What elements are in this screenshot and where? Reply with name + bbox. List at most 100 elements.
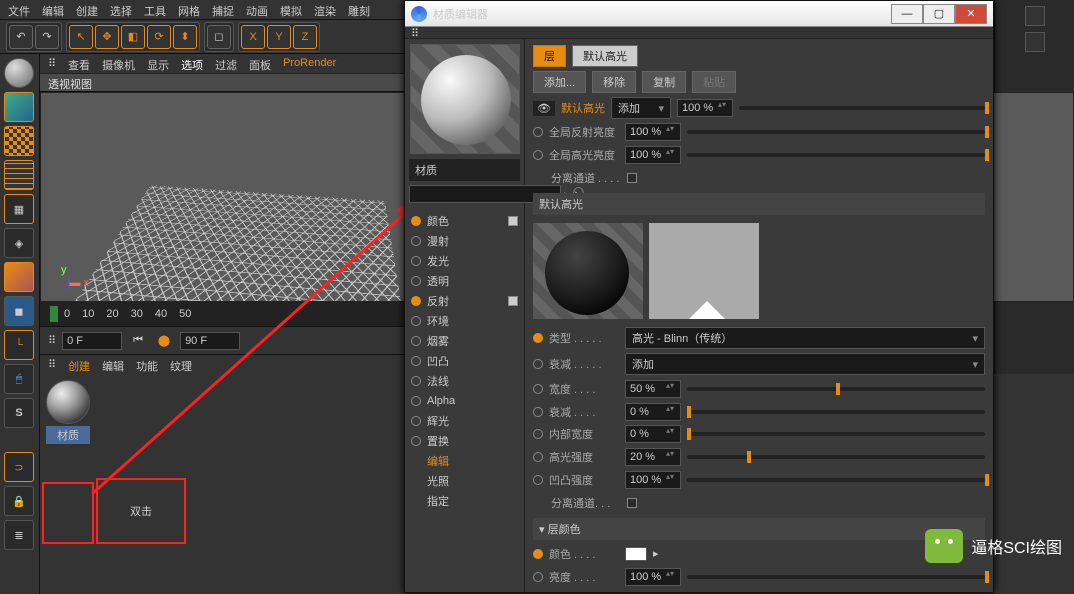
checker-tool[interactable] bbox=[4, 126, 34, 156]
rotate-tool[interactable]: ◧ bbox=[121, 25, 145, 49]
channel-bump[interactable]: 凹凸 bbox=[411, 351, 518, 371]
channel-color[interactable]: 颜色 bbox=[411, 211, 518, 231]
lock-tool[interactable]: 🔒 bbox=[4, 486, 34, 516]
mat-edit[interactable]: 编辑 bbox=[102, 358, 124, 371]
move-tool[interactable]: ✥ bbox=[95, 25, 119, 49]
material-thumbnail[interactable] bbox=[46, 380, 90, 424]
menu-render[interactable]: 渲染 bbox=[314, 3, 336, 16]
bright-slider[interactable] bbox=[687, 575, 985, 579]
remove-button[interactable]: 移除 bbox=[592, 71, 636, 93]
select-tool[interactable]: ↖ bbox=[69, 25, 93, 49]
falloff-slider[interactable] bbox=[687, 410, 985, 414]
global-spec-slider[interactable] bbox=[687, 153, 985, 157]
right-icon[interactable] bbox=[1025, 6, 1045, 26]
globe-icon[interactable] bbox=[4, 58, 34, 88]
global-ref-input[interactable]: 100 %▴▾ bbox=[625, 123, 681, 141]
drag-icon[interactable]: ⠿ bbox=[48, 57, 56, 70]
color-swatch[interactable] bbox=[625, 547, 647, 561]
start-frame-input[interactable] bbox=[62, 332, 122, 350]
channel-diffuse[interactable]: 漫射 bbox=[411, 231, 518, 251]
global-ref-slider[interactable] bbox=[687, 130, 985, 134]
spec-str-slider[interactable] bbox=[687, 455, 985, 459]
width-input[interactable]: 50 %▴▾ bbox=[625, 380, 681, 398]
close-button[interactable]: ✕ bbox=[955, 4, 987, 24]
axis-x-button[interactable]: X bbox=[241, 25, 265, 49]
menu-sculpt[interactable]: 雕刻 bbox=[348, 3, 370, 16]
type-dropdown[interactable]: 高光 - Blinn（传统） bbox=[625, 327, 985, 349]
s-tool[interactable]: S bbox=[4, 398, 34, 428]
tab-default-spec[interactable]: 默认高光 bbox=[572, 45, 638, 67]
key-toggle[interactable]: ⬤ bbox=[154, 331, 174, 351]
poly-tool[interactable]: ◈ bbox=[4, 228, 34, 258]
spec-slider[interactable] bbox=[739, 106, 985, 110]
section-layer-color[interactable]: ▾ 层颜色 bbox=[533, 518, 985, 540]
material-preview[interactable] bbox=[410, 44, 520, 154]
bump-str-slider[interactable] bbox=[687, 478, 985, 482]
sep-chan-checkbox[interactable] bbox=[627, 173, 637, 183]
magnet-tool[interactable]: ⊃ bbox=[4, 452, 34, 482]
menu-select[interactable]: 选择 bbox=[110, 3, 132, 16]
vp-filter[interactable]: 过滤 bbox=[215, 57, 237, 70]
axis-y-button[interactable]: Y bbox=[267, 25, 291, 49]
channel-reflectance[interactable]: 反射 bbox=[411, 291, 518, 311]
channel-transparency[interactable]: 透明 bbox=[411, 271, 518, 291]
mat-function[interactable]: 功能 bbox=[136, 358, 158, 371]
right-icon[interactable] bbox=[1025, 32, 1045, 52]
copy-button[interactable]: 复制 bbox=[642, 71, 686, 93]
channel-glow[interactable]: 辉光 bbox=[411, 411, 518, 431]
menu-file[interactable]: 文件 bbox=[8, 3, 30, 16]
vp-camera[interactable]: 摄像机 bbox=[102, 57, 135, 70]
vp-display[interactable]: 显示 bbox=[147, 57, 169, 70]
solid-cube-tool[interactable] bbox=[4, 262, 34, 292]
menu-capture[interactable]: 捕捉 bbox=[212, 3, 234, 16]
goto-start-button[interactable]: ⏮ bbox=[128, 331, 148, 351]
end-frame-input[interactable] bbox=[180, 332, 240, 350]
vp-options[interactable]: 选项 bbox=[181, 57, 203, 70]
channel-displacement[interactable]: 置换 bbox=[411, 431, 518, 451]
sep-chan2-checkbox[interactable] bbox=[627, 498, 637, 508]
global-spec-input[interactable]: 100 %▴▾ bbox=[625, 146, 681, 164]
drag-icon[interactable]: ⠿ bbox=[48, 358, 56, 371]
vp-pro[interactable]: ProRender bbox=[283, 57, 336, 70]
channel-extra-illum[interactable]: 光照 bbox=[411, 471, 518, 491]
shape-tool[interactable]: ◼ bbox=[4, 296, 34, 326]
atten-dropdown[interactable]: 添加 bbox=[625, 353, 985, 375]
axis-z-button[interactable]: Z bbox=[293, 25, 317, 49]
corner-tool[interactable]: └ bbox=[4, 330, 34, 360]
menu-anim[interactable]: 动画 bbox=[246, 3, 268, 16]
drag-icon[interactable]: ⠿ bbox=[48, 334, 56, 347]
width-slider[interactable] bbox=[687, 387, 985, 391]
minimize-button[interactable]: — bbox=[891, 4, 923, 24]
inner-input[interactable]: 0 %▴▾ bbox=[625, 425, 681, 443]
layers-tool[interactable]: ≣ bbox=[4, 520, 34, 550]
add-button[interactable]: 添加... bbox=[533, 71, 586, 93]
dialog-drag-strip[interactable]: ⠿ bbox=[405, 27, 993, 39]
redo-button[interactable]: ↷ bbox=[35, 25, 59, 49]
spec-str-input[interactable]: 20 %▴▾ bbox=[625, 448, 681, 466]
spec-pct[interactable]: 100 %▴▾ bbox=[677, 99, 733, 117]
inner-slider[interactable] bbox=[687, 432, 985, 436]
vp-panel[interactable]: 面板 bbox=[249, 57, 271, 70]
channel-normal[interactable]: 法线 bbox=[411, 371, 518, 391]
channel-luminance[interactable]: 发光 bbox=[411, 251, 518, 271]
paste-button[interactable]: 粘贴 bbox=[692, 71, 736, 93]
eye-icon[interactable]: 👁 bbox=[533, 101, 555, 116]
falloff-input[interactable]: 0 %▴▾ bbox=[625, 403, 681, 421]
wire-cube-tool[interactable]: ▦ bbox=[4, 194, 34, 224]
channel-extra-assign[interactable]: 指定 bbox=[411, 491, 518, 511]
scale-tool[interactable]: ⟳ bbox=[147, 25, 171, 49]
maximize-button[interactable]: ▢ bbox=[923, 4, 955, 24]
menu-mesh[interactable]: 网格 bbox=[178, 3, 200, 16]
time-cursor[interactable] bbox=[50, 306, 58, 322]
channel-fog[interactable]: 烟雾 bbox=[411, 331, 518, 351]
cube-tool[interactable] bbox=[4, 92, 34, 122]
menu-edit[interactable]: 编辑 bbox=[42, 3, 64, 16]
dialog-titlebar[interactable]: 材质编辑器 — ▢ ✕ bbox=[405, 1, 993, 27]
menu-tool[interactable]: 工具 bbox=[144, 3, 166, 16]
grid-tool[interactable] bbox=[4, 160, 34, 190]
bright-input[interactable]: 100 %▴▾ bbox=[625, 568, 681, 586]
vp-view[interactable]: 查看 bbox=[68, 57, 90, 70]
tab-layer[interactable]: 层 bbox=[533, 45, 566, 67]
channel-environment[interactable]: 环境 bbox=[411, 311, 518, 331]
channel-extra-edit[interactable]: 编辑 bbox=[411, 451, 518, 471]
